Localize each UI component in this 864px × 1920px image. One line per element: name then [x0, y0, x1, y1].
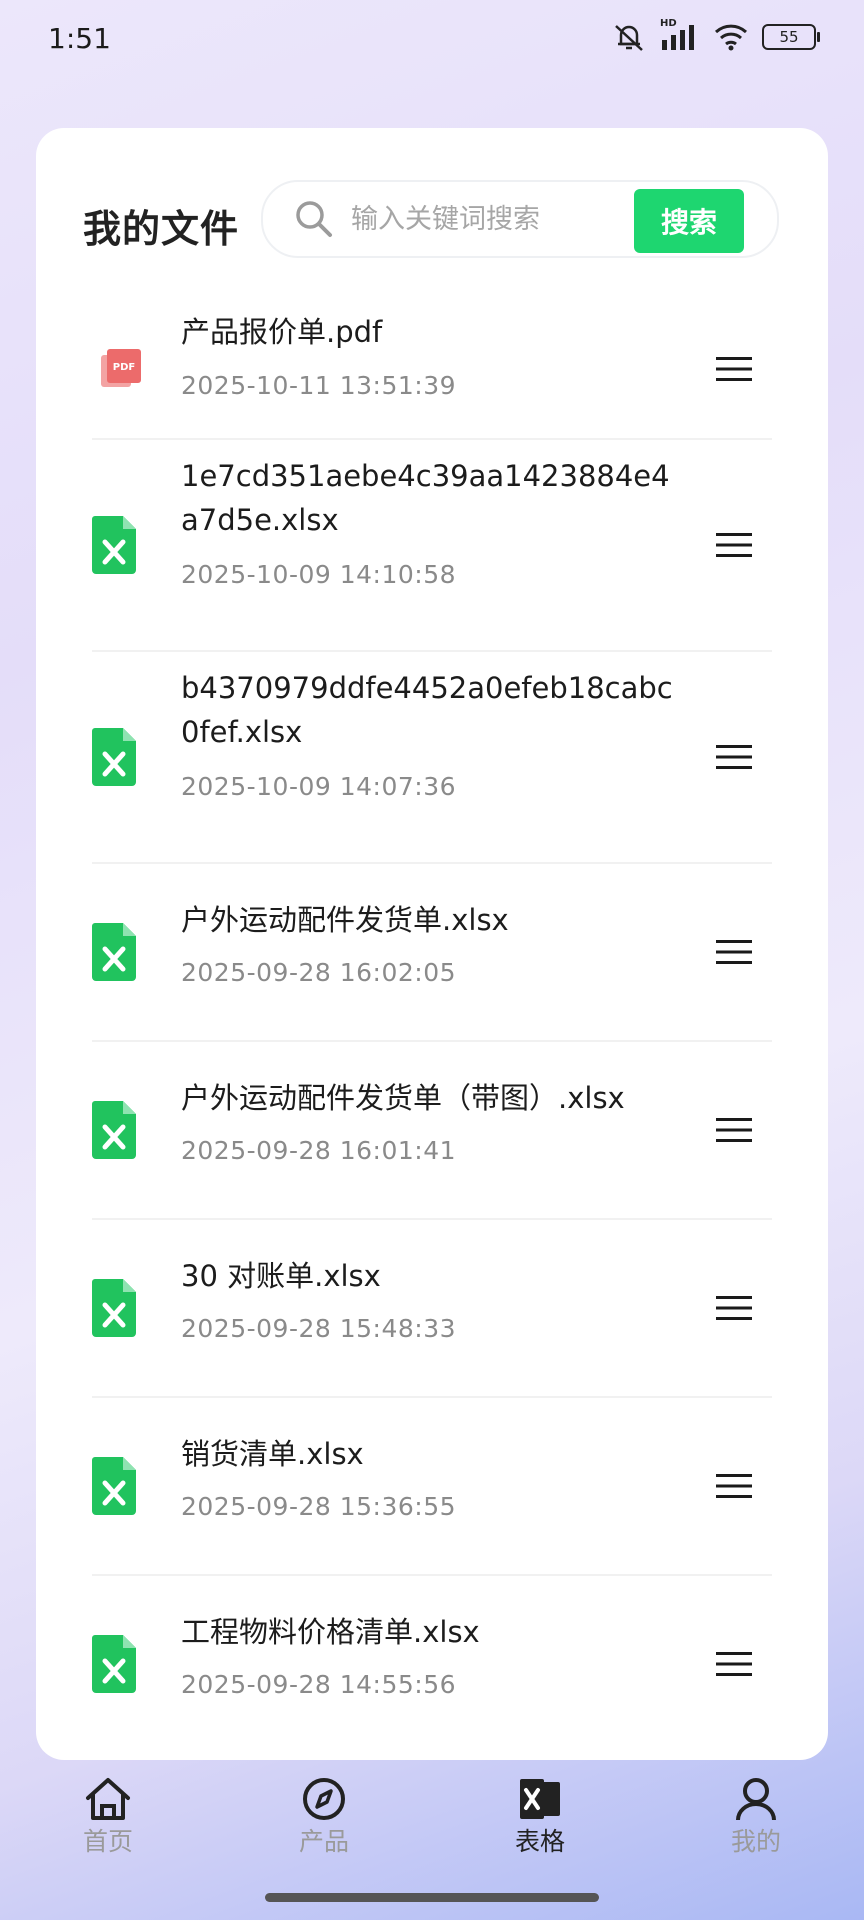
menu-icon[interactable] — [716, 743, 752, 771]
file-name: 产品报价单.pdf — [181, 315, 383, 349]
compass-icon — [303, 1778, 345, 1820]
file-item[interactable]: 户外运动配件发货单（带图）.xlsx 2025-09-28 16:01:41 — [92, 1042, 772, 1220]
file-date: 2025-09-28 15:36:55 — [181, 1492, 457, 1521]
tab-sheets[interactable]: 表格 — [480, 1762, 600, 1882]
file-name: 工程物料价格清单.xlsx — [181, 1615, 480, 1649]
menu-icon[interactable] — [716, 1116, 752, 1144]
excel-file-icon — [92, 1635, 136, 1693]
excel-file-icon — [92, 728, 136, 786]
file-date: 2025-10-11 13:51:39 — [181, 371, 457, 400]
search-input[interactable] — [349, 196, 583, 242]
excel-file-icon — [92, 1279, 136, 1337]
signal-icon: HD — [660, 18, 700, 52]
mute-icon — [615, 25, 643, 51]
menu-icon[interactable] — [716, 938, 752, 966]
excel-file-icon — [92, 516, 136, 574]
tab-products[interactable]: 产品 — [264, 1762, 384, 1882]
file-name: 30 对账单.xlsx — [181, 1259, 381, 1293]
file-date: 2025-09-28 14:55:56 — [181, 1670, 457, 1699]
svg-text:PDF: PDF — [113, 362, 135, 373]
file-name: 销货清单.xlsx — [181, 1437, 364, 1471]
menu-icon[interactable] — [716, 1472, 752, 1500]
tab-label: 首页 — [82, 1827, 133, 1856]
file-item[interactable]: 工程物料价格清单.xlsx 2025-09-28 14:55:56 — [92, 1576, 772, 1752]
file-date: 2025-09-28 16:01:41 — [181, 1136, 457, 1165]
search-icon — [296, 201, 332, 237]
search-box: 搜索 — [261, 180, 779, 258]
file-list: PDF 产品报价单.pdf 2025-10-11 13:51:39 1e7cd3… — [92, 300, 772, 1752]
tab-label: 表格 — [514, 1827, 565, 1856]
status-bar: 1:51 HD 55 — [0, 0, 864, 80]
pdf-file-icon: PDF — [101, 349, 141, 387]
status-icons: HD 55 — [612, 18, 820, 52]
tab-home[interactable]: 首页 — [48, 1762, 168, 1882]
user-icon — [736, 1778, 776, 1821]
menu-icon[interactable] — [716, 1294, 752, 1322]
file-card: 我的文件 搜索 PDF 产品报价单.pdf 2025-10-11 13:51:3… — [36, 128, 828, 1760]
file-name: 1e7cd351aebe4c39aa1423884e4a7d5e.xlsx — [181, 459, 670, 537]
file-item[interactable]: 销货清单.xlsx 2025-09-28 15:36:55 — [92, 1398, 772, 1576]
status-time: 1:51 — [48, 22, 111, 55]
excel-file-icon — [92, 1457, 136, 1515]
header: 我的文件 搜索 — [36, 180, 828, 260]
file-item[interactable]: 30 对账单.xlsx 2025-09-28 15:48:33 — [92, 1220, 772, 1398]
excel-file-icon — [92, 1101, 136, 1159]
wifi-icon — [714, 24, 748, 51]
file-item[interactable]: 1e7cd351aebe4c39aa1423884e4a7d5e.xlsx 20… — [92, 440, 772, 652]
file-date: 2025-09-28 16:02:05 — [181, 958, 457, 987]
page-title: 我的文件 — [83, 207, 240, 251]
battery-indicator: 55 — [762, 24, 820, 50]
file-name: 户外运动配件发货单（带图）.xlsx — [181, 1081, 625, 1115]
search-button[interactable]: 搜索 — [634, 189, 744, 253]
menu-icon[interactable] — [716, 355, 752, 383]
bottom-tab-bar: 首页 产品 表格 我的 — [0, 1762, 864, 1882]
tab-label: 我的 — [730, 1827, 781, 1856]
tab-mine[interactable]: 我的 — [696, 1762, 816, 1882]
home-indicator[interactable] — [265, 1893, 599, 1902]
menu-icon[interactable] — [716, 1650, 752, 1678]
home-icon — [86, 1778, 130, 1820]
excel-file-icon — [92, 923, 136, 981]
file-item[interactable]: b4370979ddfe4452a0efeb18cabc0fef.xlsx 20… — [92, 652, 772, 864]
file-item[interactable]: PDF 产品报价单.pdf 2025-10-11 13:51:39 — [92, 300, 772, 440]
file-date: 2025-09-28 15:48:33 — [181, 1314, 457, 1343]
menu-icon[interactable] — [716, 531, 752, 559]
tab-label: 产品 — [298, 1827, 349, 1856]
file-name: 户外运动配件发货单.xlsx — [181, 903, 509, 937]
file-name: b4370979ddfe4452a0efeb18cabc0fef.xlsx — [181, 671, 673, 749]
file-item[interactable]: 户外运动配件发货单.xlsx 2025-09-28 16:02:05 — [92, 864, 772, 1042]
file-date: 2025-10-09 14:07:36 — [181, 772, 457, 801]
file-date: 2025-10-09 14:10:58 — [181, 560, 457, 589]
excel-icon — [520, 1779, 560, 1819]
